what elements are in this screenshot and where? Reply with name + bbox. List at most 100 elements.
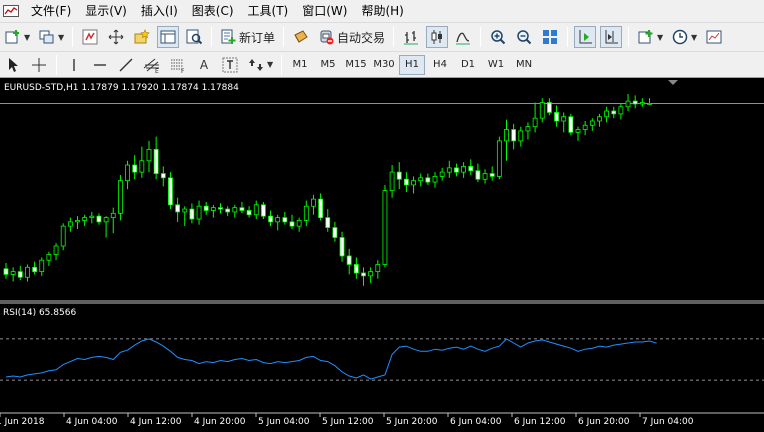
zoom-in-button[interactable] [487, 26, 509, 48]
timeframe-m5[interactable]: M5 [315, 55, 341, 75]
timeframe-m1[interactable]: M1 [287, 55, 313, 75]
candle-body [511, 129, 517, 142]
candle-body [554, 112, 559, 122]
line-chart-button[interactable] [452, 26, 474, 48]
timeframe-m30[interactable]: M30 [371, 55, 397, 75]
timeframe-d1[interactable]: D1 [455, 55, 481, 75]
arrows-button[interactable] [245, 54, 267, 76]
new-chart-icon [5, 30, 19, 44]
candle-body [618, 106, 624, 115]
toolbar-separator [480, 27, 482, 47]
chart-shift-button[interactable] [600, 26, 623, 48]
app-chart-icon[interactable] [2, 4, 20, 18]
bar-chart-icon [404, 31, 419, 45]
profiles-dropdown[interactable]: ▼ [58, 33, 66, 42]
auto-trading-button[interactable]: 自动交易 [316, 26, 387, 48]
candle-body [39, 259, 45, 272]
candle-body [189, 208, 195, 220]
text-tool-label: A [199, 57, 209, 72]
navigator-button[interactable] [131, 26, 153, 48]
candle-body [332, 227, 338, 238]
market-watch-button[interactable] [79, 26, 101, 48]
candle-body [196, 205, 202, 220]
timeframe-mn[interactable]: MN [511, 55, 537, 75]
candle-body [153, 149, 159, 174]
indicators-dropdown[interactable]: ▼ [657, 33, 665, 42]
candle-body [318, 198, 324, 219]
chart-canvas[interactable] [0, 78, 764, 432]
timeframe-w1[interactable]: W1 [483, 55, 509, 75]
menu-insert[interactable]: 插入(I) [134, 0, 185, 22]
candle-body [382, 190, 388, 265]
candle-body [182, 208, 188, 213]
candle-body [418, 177, 424, 182]
text-label-icon [222, 57, 238, 72]
candlestick-button[interactable] [426, 26, 449, 48]
equidistant-channel-button[interactable]: E [141, 54, 163, 76]
candle-body [475, 170, 481, 180]
candle-body [67, 221, 73, 227]
candle-body [396, 171, 402, 180]
periods-dropdown[interactable]: ▼ [691, 33, 699, 42]
timeframe-m15[interactable]: M15 [343, 55, 369, 75]
candle-body [275, 217, 281, 223]
menu-charts[interactable]: 图表(C) [185, 0, 241, 22]
indicators-button[interactable] [635, 26, 657, 48]
strategy-tester-button[interactable] [183, 26, 205, 48]
equidistant-channel-icon: E [143, 58, 159, 73]
data-window-button[interactable] [105, 26, 127, 48]
profiles-button[interactable] [36, 26, 58, 48]
candle-body [425, 177, 431, 183]
timeframe-h1[interactable]: H1 [399, 54, 425, 75]
candle-body [525, 126, 531, 132]
candle-body [489, 173, 495, 177]
arrows-dropdown[interactable]: ▼ [267, 60, 275, 69]
candle-body [403, 178, 409, 186]
new-chart-dropdown[interactable]: ▼ [24, 33, 32, 42]
chart-shift-marker [668, 80, 678, 85]
candle-body [210, 207, 216, 211]
toolbar-separator [72, 27, 73, 47]
clock-icon [672, 29, 688, 45]
new-order-button[interactable]: 新订单 [218, 26, 277, 48]
auto-scroll-icon [579, 30, 593, 44]
menu-view[interactable]: 显示(V) [78, 0, 134, 22]
time-label: 4 Jun 04:00 [66, 417, 118, 427]
candle-body [625, 100, 631, 108]
zoom-out-button[interactable] [513, 26, 535, 48]
tile-windows-button[interactable] [539, 26, 561, 48]
text-tool-button[interactable]: A [193, 54, 215, 76]
candle-body [604, 110, 609, 118]
svg-text:E: E [155, 68, 159, 73]
vertical-line-button[interactable] [63, 54, 85, 76]
bar-chart-button[interactable] [400, 26, 422, 48]
new-chart-button[interactable] [2, 26, 24, 48]
templates-icon [706, 30, 722, 44]
menu-file[interactable]: 文件(F) [24, 0, 78, 22]
crosshair-button[interactable] [28, 54, 50, 76]
chart-window[interactable]: EURUSD-STD,H1 1.17879 1.17920 1.17874 1.… [0, 78, 764, 432]
vertical-line-icon [73, 58, 75, 71]
menu-tools[interactable]: 工具(T) [241, 0, 296, 22]
cursor-button[interactable] [2, 54, 24, 76]
templates-button[interactable] [703, 26, 725, 48]
auto-scroll-button[interactable] [574, 26, 597, 48]
candle-body [268, 215, 273, 223]
candle-body [139, 160, 145, 173]
fibonacci-button[interactable]: F [167, 54, 189, 76]
time-label: 6 Jun 12:00 [514, 417, 566, 427]
candle-body [446, 167, 452, 173]
candle-body [496, 140, 502, 177]
time-label: 7 Jun 04:00 [642, 417, 694, 427]
timeframe-h4[interactable]: H4 [427, 55, 453, 75]
trendline-button[interactable] [115, 54, 137, 76]
text-label-button[interactable] [219, 54, 241, 76]
candle-body [132, 164, 138, 173]
menu-help[interactable]: 帮助(H) [354, 0, 410, 22]
terminal-button[interactable] [157, 26, 179, 48]
periods-button[interactable] [669, 26, 691, 48]
horizontal-line-button[interactable] [89, 54, 111, 76]
candle-body [597, 116, 602, 122]
menu-window[interactable]: 窗口(W) [295, 0, 354, 22]
metaeditor-button[interactable] [290, 26, 312, 48]
